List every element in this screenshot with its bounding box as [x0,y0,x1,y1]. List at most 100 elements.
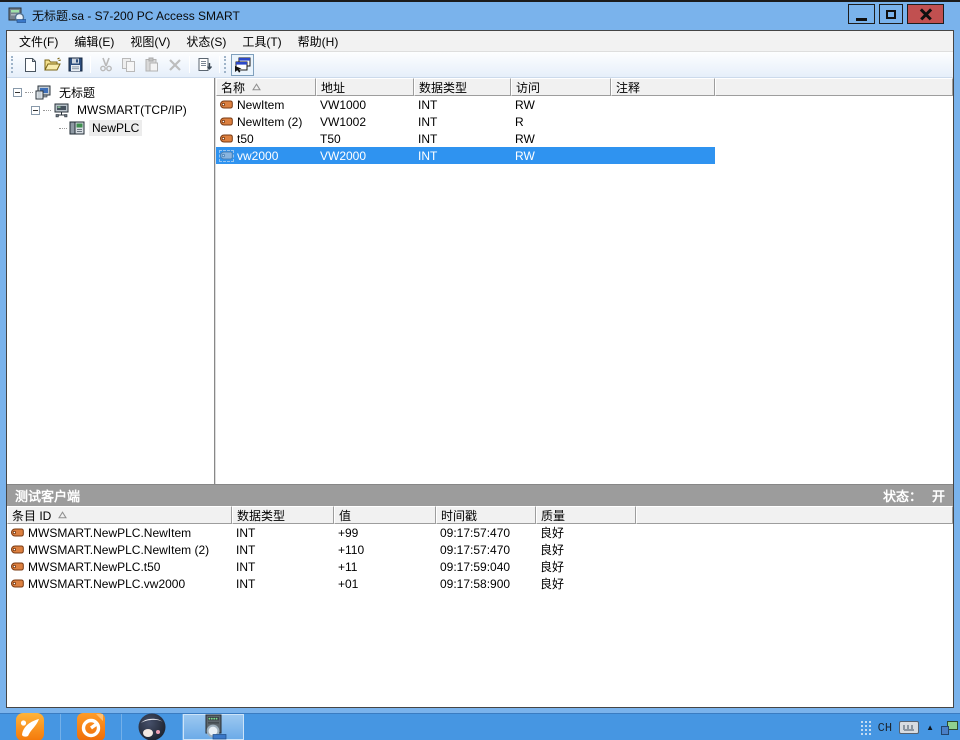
test-value-cell: +110 [334,541,436,558]
paste-icon [144,57,159,72]
minimize-icon [856,18,867,21]
tree-label-project[interactable]: 无标题 [56,83,98,102]
main-split: 无标题 [7,78,953,484]
project-tree: 无标题 [7,78,216,484]
delete-button[interactable] [163,54,186,76]
show-hidden-icons[interactable]: ▲ [926,723,934,732]
export-symbols-button[interactable] [193,54,216,76]
toolbar [7,52,953,78]
tree-item-interface[interactable]: MWSMART(TCP/IP) [7,101,214,119]
network-pc-icon[interactable] [941,720,958,735]
test-client-header: 测试客户端 状态： 开 [7,484,953,506]
header-datatype[interactable]: 数据类型 [414,78,511,96]
taskbar-app-uc-browser[interactable] [0,714,61,740]
item-name-cell: NewItem (2) [216,113,316,130]
minimize-button[interactable] [848,4,875,24]
titlebar[interactable]: 无标题.sa - S7-200 PC Access SMART [0,2,960,28]
tree-label-interface[interactable]: MWSMART(TCP/IP) [74,102,190,118]
menu-help[interactable]: 帮助(H) [290,30,347,53]
window-controls [848,4,944,24]
table-row[interactable]: NewItem (2) VW1002 INT R [216,113,953,130]
test-value-cell: +11 [334,558,436,575]
tree-item-plc[interactable]: NewPLC [7,119,214,137]
menu-view[interactable]: 视图(V) [122,30,178,53]
header-value[interactable]: 值 [334,506,436,524]
header-filler [715,78,953,96]
window-title: 无标题.sa - S7-200 PC Access SMART [32,7,240,24]
test-timestamp-cell: 09:17:57:470 [436,524,536,541]
header-access[interactable]: 访问 [511,78,611,96]
test-client-table: 条目 ID 数据类型 值 时间戳 质量 MWSMART.NewPLC.NewIt… [7,506,953,707]
header-quality[interactable]: 质量 [536,506,636,524]
toolbar-grip [11,56,15,73]
header-datatype[interactable]: 数据类型 [232,506,334,524]
uc-browser-icon [15,712,45,740]
item-access-cell: RW [511,147,611,164]
header-timestamp[interactable]: 时间戳 [436,506,536,524]
test-quality-cell: 良好 [536,524,636,541]
menu-status[interactable]: 状态(S) [178,30,234,53]
item-name-cell: NewItem [216,96,316,113]
open-folder-icon [44,57,61,72]
item-comment-cell [611,130,715,147]
language-indicator[interactable]: CH [878,721,892,735]
taskbar-app-g-browser[interactable] [61,714,122,740]
copy-icon [121,57,136,72]
header-address[interactable]: 地址 [316,78,414,96]
cut-button[interactable] [94,54,117,76]
item-address-cell: VW2000 [316,147,414,164]
test-type-cell: INT [232,524,334,541]
header-comment[interactable]: 注释 [611,78,715,96]
test-client-toggle-button[interactable] [231,54,254,76]
item-address-cell: VW1000 [316,96,414,113]
menu-edit[interactable]: 编辑(E) [66,30,122,53]
tree-label-plc[interactable]: NewPLC [89,120,142,136]
sort-ascending-icon [252,83,261,91]
header-filler [636,506,953,524]
collapse-icon[interactable] [13,88,22,97]
menu-tools[interactable]: 工具(T) [234,30,289,53]
app-icon [8,7,26,23]
copy-button[interactable] [117,54,140,76]
table-row[interactable]: t50 T50 INT RW [216,130,953,147]
table-row[interactable]: NewItem VW1000 INT RW [216,96,953,113]
test-quality-cell: 良好 [536,575,636,592]
table-row-selected[interactable]: vw2000 VW2000 INT RW [216,147,953,164]
item-comment-cell [611,113,715,130]
maximize-icon [886,10,896,19]
test-row[interactable]: MWSMART.NewPLC.t50 INT +11 09:17:59:040 … [7,558,953,575]
maximize-button[interactable] [879,4,903,24]
item-access-cell: RW [511,130,611,147]
item-comment-cell [611,96,715,113]
tag-icon [220,100,233,110]
test-table-header: 条目 ID 数据类型 值 时间戳 质量 [7,506,953,524]
collapse-icon[interactable] [31,106,40,115]
close-button[interactable] [907,4,944,24]
new-file-button[interactable] [18,54,41,76]
test-id-cell: MWSMART.NewPLC.t50 [7,558,232,575]
test-quality-cell: 良好 [536,541,636,558]
tree-item-project[interactable]: 无标题 [7,83,214,101]
keyboard-icon[interactable] [899,721,919,734]
test-row[interactable]: MWSMART.NewPLC.vw2000 INT +01 09:17:58:9… [7,575,953,592]
test-row[interactable]: MWSMART.NewPLC.NewItem INT +99 09:17:57:… [7,524,953,541]
paste-button[interactable] [140,54,163,76]
taskbar: CH ▲ [0,713,960,740]
tag-icon [220,151,233,161]
header-name[interactable]: 名称 [216,78,316,96]
item-type-cell: INT [414,96,511,113]
tag-icon [220,134,233,144]
test-id-cell: MWSMART.NewPLC.NewItem (2) [7,541,232,558]
menu-file[interactable]: 文件(F) [11,30,66,53]
test-row[interactable]: MWSMART.NewPLC.NewItem (2) INT +110 09:1… [7,541,953,558]
touch-grid-icon[interactable] [860,720,871,735]
taskbar-app-pc-access-smart[interactable] [183,714,244,740]
test-timestamp-cell: 09:17:59:040 [436,558,536,575]
item-comment-cell [611,147,715,164]
test-quality-cell: 良好 [536,558,636,575]
open-file-button[interactable] [41,54,64,76]
pc-access-smart-icon [200,714,227,740]
header-item-id[interactable]: 条目 ID [7,506,232,524]
taskbar-app-qq[interactable] [122,714,183,740]
save-button[interactable] [64,54,87,76]
